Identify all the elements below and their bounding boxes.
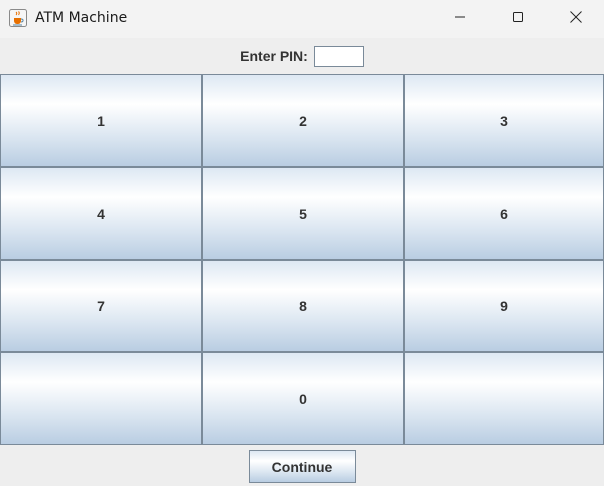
key-blank-right[interactable] [404,352,604,445]
maximize-icon [512,10,524,28]
pin-entry-row: Enter PIN: [0,38,604,74]
title-bar[interactable]: ATM Machine [0,0,604,38]
action-row: Continue [0,445,604,486]
pin-label: Enter PIN: [240,48,308,64]
pin-input[interactable] [313,45,364,67]
minimize-button[interactable] [431,0,489,38]
key-1[interactable]: 1 [0,74,202,167]
key-4[interactable]: 4 [0,167,202,260]
java-cup-icon [9,9,27,27]
key-2[interactable]: 2 [202,74,404,167]
key-8[interactable]: 8 [202,260,404,352]
minimize-icon [454,10,466,28]
key-6[interactable]: 6 [404,167,604,260]
continue-button[interactable]: Continue [248,450,356,483]
key-3[interactable]: 3 [404,74,604,167]
close-button[interactable] [547,0,604,38]
key-9[interactable]: 9 [404,260,604,352]
atm-window: ATM Machine Enter PIN: 1 2 3 4 5 6 7 8 9… [0,0,604,486]
keypad-grid: 1 2 3 4 5 6 7 8 9 0 [0,74,604,445]
key-0[interactable]: 0 [202,352,404,445]
close-icon [569,10,583,29]
key-blank-left[interactable] [0,352,202,445]
maximize-button[interactable] [489,0,547,38]
window-title: ATM Machine [35,10,128,26]
key-5[interactable]: 5 [202,167,404,260]
key-7[interactable]: 7 [0,260,202,352]
